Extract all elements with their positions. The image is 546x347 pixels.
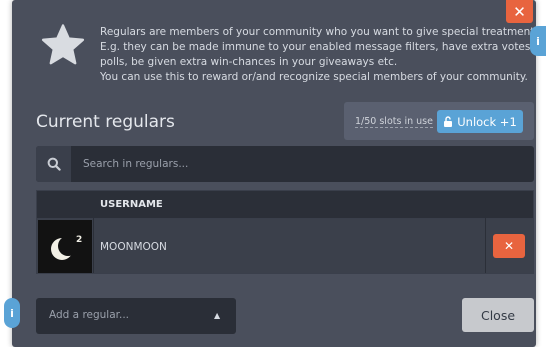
intro-line: E.g. they can be made immune to your ena… [100, 41, 546, 53]
intro-line: polls, be given extra win-chances in you… [100, 56, 398, 68]
search-input[interactable] [71, 146, 534, 182]
caret-up-icon: ▲ [214, 311, 221, 320]
section-title: Current regulars [36, 112, 175, 132]
star-icon [41, 24, 85, 65]
intro-line: You can use this to reward or/and recogn… [100, 71, 528, 83]
table-row: 2 MOONMOON ✕ [37, 219, 533, 273]
search-icon-box [36, 146, 71, 182]
svg-text:2: 2 [76, 235, 82, 245]
table-header: USERNAME [37, 191, 533, 219]
username-cell: MOONMOON [100, 241, 167, 253]
regulars-modal: ✕ Regulars are members of your community… [12, 0, 546, 347]
add-regular-placeholder: Add a regular... [49, 309, 130, 321]
intro-text: Regulars are members of your community w… [100, 25, 546, 85]
search-icon [47, 157, 61, 171]
slots-usage-text: 1/50 slots in use [355, 116, 433, 128]
unlock-label: Unlock +1 [457, 114, 517, 129]
lock-icon [444, 116, 453, 127]
close-button[interactable]: Close [462, 298, 534, 332]
regulars-table: USERNAME 2 MOONMOON ✕ [36, 190, 534, 274]
close-icon: ✕ [513, 2, 526, 21]
add-regular-select[interactable]: Add a regular... ▲ [36, 298, 236, 334]
unlock-slot-button[interactable]: Unlock +1 [437, 110, 523, 133]
avatar: 2 [38, 220, 92, 273]
intro-line: Regulars are members of your community w… [100, 26, 546, 38]
slots-panel: 1/50 slots in use Unlock +1 [344, 102, 534, 140]
modal-close-icon-button[interactable]: ✕ [506, 0, 533, 23]
close-icon: ✕ [503, 239, 515, 253]
moon-avatar-icon: 2 [38, 220, 92, 273]
remove-regular-button[interactable]: ✕ [493, 234, 525, 258]
info-icon[interactable]: i [4, 298, 20, 328]
column-header-username: USERNAME [100, 199, 163, 210]
search-bar [36, 146, 534, 182]
info-icon[interactable]: i [530, 26, 546, 56]
